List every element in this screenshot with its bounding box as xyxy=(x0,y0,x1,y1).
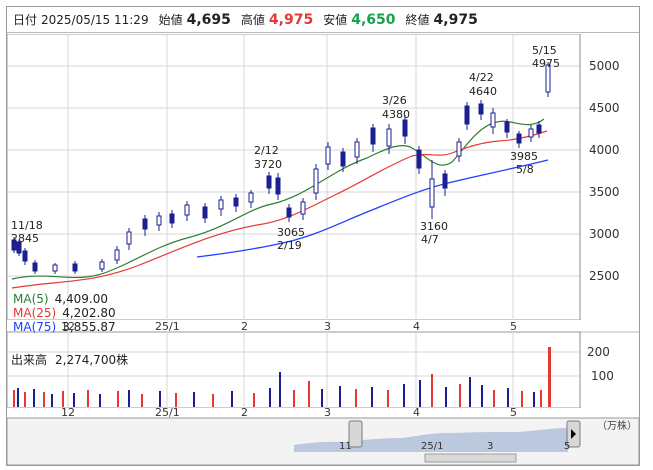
time-tick-2: 2 xyxy=(241,320,248,333)
ma5-label: MA(5) xyxy=(13,292,49,306)
price-tick-5: 3000 xyxy=(589,227,620,241)
volume-value: 2,274,700株 xyxy=(55,353,129,367)
time-tick-3: 3 xyxy=(324,320,331,333)
open-label: 始値 xyxy=(158,13,183,27)
volume-time-tick-5: 5 xyxy=(510,406,517,419)
annotation-1118-date: 11/18 xyxy=(11,219,43,232)
annotation-58-value: 3985 xyxy=(510,150,538,163)
close-label: 終値 xyxy=(405,13,430,27)
chart-window: 日付 2025/05/15 11:29 始値 4,695 高値 4,975 安値… xyxy=(6,6,640,466)
annotation-515-date: 5/15 xyxy=(532,44,557,57)
quote-header: 日付 2025/05/15 11:29 始値 4,695 高値 4,975 安値… xyxy=(7,7,639,33)
ma5-legend-row: MA(5) 4,409.00 xyxy=(13,292,116,306)
annotation-47-value: 3160 xyxy=(420,220,448,233)
price-panel xyxy=(7,34,581,321)
annotation-326-value: 4380 xyxy=(382,108,410,121)
ma75-label: MA(75) xyxy=(13,320,57,334)
volume-time-tick-2: 2 xyxy=(241,406,248,419)
annotation-58-date: 5/8 xyxy=(516,163,534,176)
volume-axis-labels: 200 100 xyxy=(587,345,614,383)
annotation-219-date: 2/19 xyxy=(277,239,302,252)
annotation-1118-value: 2845 xyxy=(11,232,39,245)
navigator-scrollbar[interactable] xyxy=(424,453,517,463)
low-label: 安値 xyxy=(323,13,348,27)
price-axis-labels: 5000 4500 4000 3500 3000 2500 xyxy=(589,59,620,283)
annotation-219-value: 3065 xyxy=(277,226,305,239)
annotation-212-date: 2/12 xyxy=(254,144,279,157)
annotation-515-value: 4975 xyxy=(532,57,560,70)
high-label: 高値 xyxy=(240,13,265,27)
navigator-label-3: 3 xyxy=(487,441,493,452)
ma-legend: MA(5) 4,409.00 MA(25) 4,202.80 MA(75) 3,… xyxy=(13,292,116,334)
price-tick-1: 5000 xyxy=(589,59,620,73)
price-tick-4: 3500 xyxy=(589,185,620,199)
time-tick-4: 4 xyxy=(413,320,420,333)
date-value: 2025/05/15 11:29 xyxy=(41,13,149,27)
chart-svg: 5000 4500 4000 3500 3000 2500 11/18 2845… xyxy=(7,34,639,465)
ma75-value: 3,855.87 xyxy=(62,320,116,334)
chart-area: 5000 4500 4000 3500 3000 2500 11/18 2845… xyxy=(7,34,639,465)
high-item: 高値 4,975 xyxy=(241,11,313,28)
navigator-label-11: 11 xyxy=(339,441,352,452)
low-item: 安値 4,650 xyxy=(323,11,395,28)
volume-time-tick-4: 4 xyxy=(413,406,420,419)
ma25-value: 4,202.80 xyxy=(62,306,116,320)
volume-time-axis-strip xyxy=(7,408,639,418)
close-value: 4,975 xyxy=(433,12,478,28)
time-tick-5: 5 xyxy=(510,320,517,333)
ma75-legend-row: MA(75) 3,855.87 xyxy=(13,320,116,334)
ma25-legend-row: MA(25) 4,202.80 xyxy=(13,306,116,320)
open-value: 4,695 xyxy=(186,12,231,28)
open-item: 始値 4,695 xyxy=(159,11,231,28)
time-tick-251: 25/1 xyxy=(155,320,180,333)
volume-time-tick-12: 12 xyxy=(61,406,75,419)
volume-unit: （万株） xyxy=(597,421,637,432)
low-value: 4,650 xyxy=(351,12,396,28)
price-tick-2: 4500 xyxy=(589,101,620,115)
navigator-label-251: 25/1 xyxy=(421,441,443,452)
annotation-422-date: 4/22 xyxy=(469,71,494,84)
price-tick-3: 4000 xyxy=(589,143,620,157)
annotation-212-value: 3720 xyxy=(254,158,282,171)
close-item: 終値 4,975 xyxy=(406,11,478,28)
high-value: 4,975 xyxy=(268,12,314,28)
volume-time-tick-251: 25/1 xyxy=(155,406,180,419)
date-label: 日付 xyxy=(13,13,38,27)
volume-tick-200: 200 xyxy=(587,345,610,359)
volume-label-text: 出来高 xyxy=(11,353,48,367)
date-item: 日付 2025/05/15 11:29 xyxy=(13,11,149,28)
volume-tick-100: 100 xyxy=(591,369,614,383)
price-tick-6: 2500 xyxy=(589,269,620,283)
annotation-47-date: 4/7 xyxy=(421,233,439,246)
volume-label: 出来高 2,274,700株 xyxy=(11,351,128,368)
annotation-422-value: 4640 xyxy=(469,85,497,98)
annotation-326-date: 3/26 xyxy=(382,94,407,107)
navigator-label-5: 5 xyxy=(564,441,570,452)
ma5-value: 4,409.00 xyxy=(54,292,108,306)
ma25-label: MA(25) xyxy=(13,306,57,320)
volume-time-tick-3: 3 xyxy=(324,406,331,419)
